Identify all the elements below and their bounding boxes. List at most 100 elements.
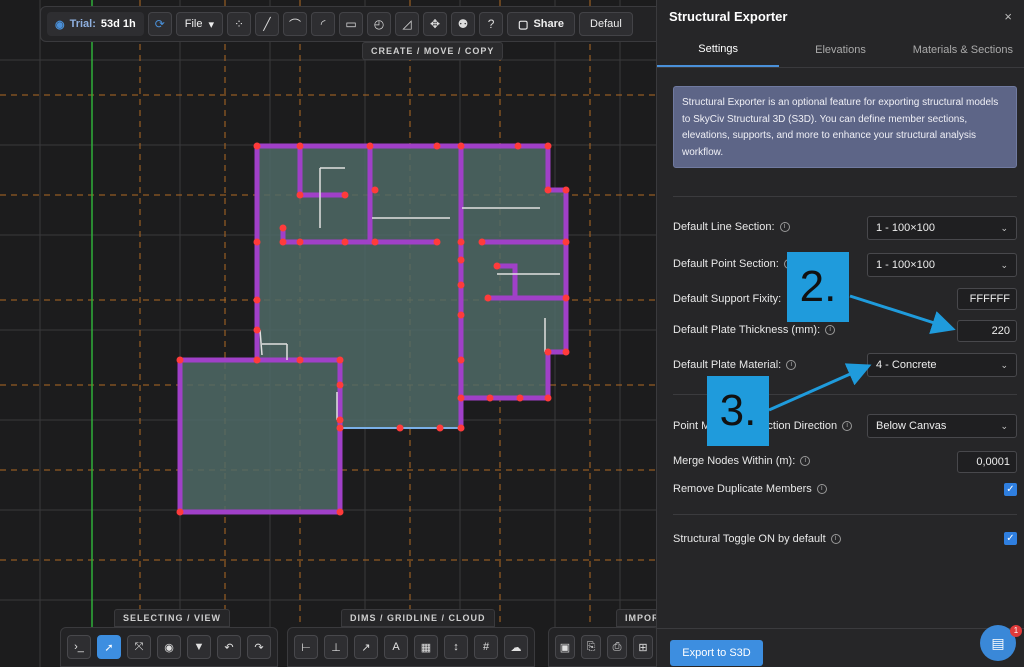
trial-badge[interactable]: ◉ Trial: 53d 1h <box>47 12 144 36</box>
support-fixity-label: Default Support Fixity: <box>673 293 782 305</box>
default-label: Defaul <box>590 18 622 30</box>
structural-toggle-row-label: Structural Toggle ON by default i <box>673 533 841 545</box>
point-section-value: 1 - 100×100 <box>876 259 936 271</box>
plate-thickness-label: Default Plate Thickness (mm): <box>673 324 821 336</box>
annotation-callout-2: 2. <box>787 252 849 322</box>
collaborators-icon[interactable]: ⚉ <box>451 12 476 36</box>
drawing-canvas[interactable] <box>0 0 656 667</box>
visibility-eye-icon[interactable]: ◉ <box>157 635 181 659</box>
move-tool-icon[interactable]: ✥ <box>423 12 448 36</box>
dims-gridline-cloud-label: DIMS / GRIDLINE / CLOUD <box>341 609 495 627</box>
info-icon[interactable]: i <box>786 360 797 370</box>
rectangle-tool-icon[interactable]: ▭ <box>339 12 364 36</box>
plate-thickness-input[interactable]: 220 <box>957 320 1017 342</box>
remove-duplicates-label: Remove Duplicate Members <box>673 483 812 495</box>
tab-settings[interactable]: Settings <box>657 32 780 67</box>
structural-exporter-panel: Structural Exporter × Settings Elevation… <box>656 0 1024 667</box>
point-tool-icon[interactable]: ⁘ <box>227 12 252 36</box>
projection-label-tail: ection Direction <box>761 420 838 432</box>
merge-nodes-label: Merge Nodes Within (m): <box>673 455 796 467</box>
tab-materials-sections[interactable]: Materials & Sections <box>902 32 1024 67</box>
area-tool-icon[interactable]: ◿ <box>395 12 420 36</box>
structural-toggle-label: Structural Toggle ON by default <box>673 533 826 545</box>
undo-icon[interactable]: ↶ <box>217 635 241 659</box>
trial-value: 53d 1h <box>100 18 136 30</box>
console-icon[interactable]: ›_ <box>67 635 91 659</box>
line-section-select[interactable]: 1 - 100×100 ⌄ <box>867 216 1017 240</box>
image-import-icon[interactable]: ▣ <box>555 635 575 659</box>
measure-tool-icon[interactable]: ◴ <box>367 12 392 36</box>
gridline-icon[interactable]: # <box>474 635 498 659</box>
footer-divider <box>657 628 1024 629</box>
info-icon[interactable]: i <box>779 222 790 232</box>
vertical-dimension-icon[interactable]: ↕ <box>444 635 468 659</box>
floor-plan-drawing[interactable] <box>0 0 656 667</box>
remove-duplicates-checkbox[interactable]: ✓ <box>1004 483 1017 496</box>
help-icon[interactable]: ? <box>479 12 504 36</box>
dwg-import-icon[interactable]: ⎘ <box>581 635 601 659</box>
point-section-row-label: Default Point Section: i <box>673 258 794 270</box>
filter-icon[interactable]: ▼ <box>187 635 211 659</box>
select-pointer-icon[interactable]: ➚ <box>97 635 121 659</box>
panel-header: Structural Exporter × <box>657 0 1024 32</box>
line-section-value: 1 - 100×100 <box>876 222 936 234</box>
file-menu-button[interactable]: File ▾ <box>175 12 224 36</box>
panel-tabs: Settings Elevations Materials & Sections <box>657 32 1024 68</box>
fit-view-icon[interactable]: ⤧ <box>127 635 151 659</box>
trial-icon: ◉ <box>55 18 65 31</box>
plate-material-select[interactable]: 4 - Concrete ⌄ <box>867 353 1017 377</box>
import-toolbar: ▣ ⎘ ⎙ ⊞ <box>548 627 660 667</box>
share-icon: ▢ <box>518 18 529 31</box>
tab-elevations[interactable]: Elevations <box>779 32 901 67</box>
line-section-label: Default Line Section: <box>673 221 775 233</box>
dimension-icon[interactable]: ⊢ <box>294 635 318 659</box>
close-icon[interactable]: × <box>1004 9 1012 24</box>
plate-material-row-label: Default Plate Material: i <box>673 359 797 371</box>
chevron-down-icon: ▾ <box>208 18 215 31</box>
merge-nodes-row-label: Merge Nodes Within (m): i <box>673 455 811 467</box>
arc-tool-icon[interactable]: ◜ <box>311 12 336 36</box>
line-tool-icon[interactable]: ╱ <box>255 12 280 36</box>
divider <box>673 514 1017 515</box>
info-icon[interactable]: i <box>842 421 853 431</box>
point-section-label: Default Point Section: <box>673 258 779 270</box>
table-icon[interactable]: ▦ <box>414 635 438 659</box>
pdf-import-icon[interactable]: ⎙ <box>607 635 627 659</box>
revision-cloud-icon[interactable]: ☁ <box>504 635 528 659</box>
info-box: Structural Exporter is an optional featu… <box>673 86 1017 168</box>
chevron-down-icon: ⌄ <box>1000 420 1008 431</box>
share-label: Share <box>533 18 565 30</box>
info-icon[interactable]: i <box>800 456 811 466</box>
export-to-s3d-button[interactable]: Export to S3D <box>670 640 763 666</box>
text-box-icon[interactable]: A <box>384 635 408 659</box>
plate-thickness-row-label: Default Plate Thickness (mm): i <box>673 324 836 336</box>
redo-icon[interactable]: ↷ <box>247 635 271 659</box>
sync-icon[interactable]: ⟳ <box>147 12 172 36</box>
info-icon[interactable]: i <box>825 325 836 335</box>
projection-label: Point M <box>673 420 711 432</box>
ifc-import-icon[interactable]: ⊞ <box>633 635 653 659</box>
create-move-copy-tooltip: CREATE / MOVE / COPY <box>362 42 504 60</box>
projection-value: Below Canvas <box>876 420 947 432</box>
structural-toggle-checkbox[interactable]: ✓ <box>1004 532 1017 545</box>
file-menu-label: File <box>184 18 203 30</box>
leader-icon[interactable]: ↗ <box>354 635 378 659</box>
point-section-select[interactable]: 1 - 100×100 ⌄ <box>867 253 1017 277</box>
info-icon[interactable]: i <box>830 534 841 544</box>
info-icon[interactable]: i <box>816 484 827 494</box>
plate-material-value: 4 - Concrete <box>876 359 937 371</box>
support-fixity-input[interactable]: FFFFFF <box>957 288 1017 310</box>
level-icon[interactable]: ⊥ <box>324 635 348 659</box>
polyline-tool-icon[interactable]: ⌒ <box>283 12 308 36</box>
remove-duplicates-row-label: Remove Duplicate Members i <box>673 483 827 495</box>
share-button[interactable]: ▢ Share <box>507 12 576 36</box>
default-view-button[interactable]: Defaul <box>579 12 633 36</box>
merge-nodes-input[interactable]: 0,0001 <box>957 451 1017 473</box>
trial-label: Trial: <box>69 18 96 30</box>
annotation-callout-3: 3. <box>707 376 769 446</box>
chevron-down-icon: ⌄ <box>1000 259 1008 270</box>
dims-gridline-toolbar: ⊢ ⊥ ↗ A ▦ ↕ # ☁ <box>287 627 535 667</box>
projection-direction-select[interactable]: Below Canvas ⌄ <box>867 414 1017 438</box>
divider <box>673 196 1017 197</box>
plate-material-label: Default Plate Material: <box>673 359 782 371</box>
